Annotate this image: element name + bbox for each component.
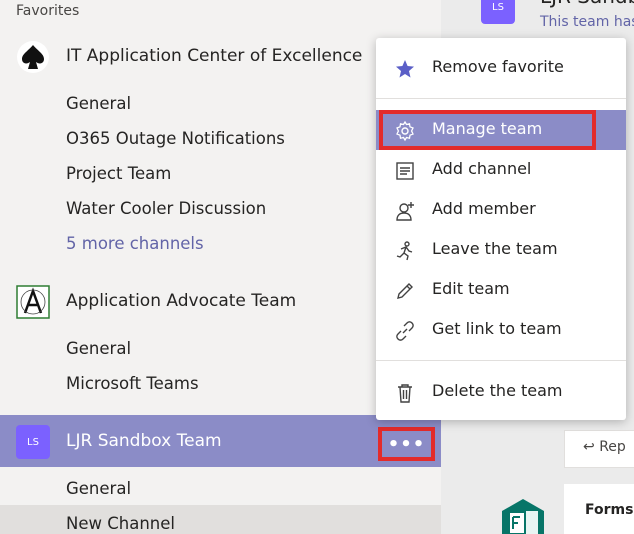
menu-item-label: Get link to team [432,319,562,338]
letter-a-logo-icon [16,285,50,319]
menu-item-leave-team[interactable]: Leave the team [376,230,626,270]
channel-o365-outage[interactable]: O365 Outage Notifications [66,129,285,148]
channel-microsoft-teams[interactable]: Microsoft Teams [66,374,199,393]
menu-divider [376,360,626,361]
channel-general[interactable]: General [66,339,131,358]
channel-project-team[interactable]: Project Team [66,164,171,183]
menu-item-add-member[interactable]: Add member [376,190,626,230]
menu-item-label: Add member [432,199,536,218]
team-it-application-center[interactable]: IT Application Center of Excellence [0,32,441,82]
annotation-highlight [379,110,596,150]
channel-list-icon [394,160,416,182]
menu-item-label: Add channel [432,159,532,178]
content-title: LJR Sandb [540,0,634,8]
trash-icon [394,382,416,404]
menu-item-remove-favorite[interactable]: Remove favorite [376,48,626,88]
spade-logo-icon [16,40,50,74]
reply-label: Rep [599,439,626,455]
forms-app-icon [498,497,548,534]
link-icon [394,320,416,342]
menu-item-delete-team[interactable]: Delete the team [376,372,626,412]
menu-item-label: Remove favorite [432,57,564,76]
team-avatar: LS [16,425,50,459]
add-person-icon [394,200,416,222]
pencil-icon [394,280,416,302]
running-person-icon [394,240,416,262]
team-name: Application Advocate Team [66,291,297,311]
favorites-label: Favorites [16,3,80,19]
teams-sidebar: Favorites IT Application Center of Excel… [0,0,441,534]
team-context-menu: Remove favorite Manage team Add channel … [376,38,626,420]
team-ljr-sandbox[interactable]: LS LJR Sandbox Team [0,415,441,467]
more-options-button[interactable]: ••• [378,427,435,461]
menu-item-get-link[interactable]: Get link to team [376,310,626,350]
menu-item-add-channel[interactable]: Add channel [376,150,626,190]
channel-general[interactable]: General [66,479,131,498]
team-avatar: LS [481,0,515,24]
menu-item-label: Delete the team [432,381,563,400]
content-subtitle: This team has [540,14,634,30]
team-name: IT Application Center of Excellence [66,46,363,66]
menu-item-label: Leave the team [432,239,558,258]
forms-label: Forms [585,502,634,518]
menu-item-label: Edit team [432,279,510,298]
more-channels-link[interactable]: 5 more channels [66,234,204,253]
menu-divider [376,98,626,99]
team-name: LJR Sandbox Team [66,431,222,451]
channel-general[interactable]: General [66,94,131,113]
channel-water-cooler[interactable]: Water Cooler Discussion [66,199,266,218]
star-icon [394,58,416,80]
reply-button[interactable]: ↩ Rep [583,439,626,455]
menu-item-edit-team[interactable]: Edit team [376,270,626,310]
team-application-advocate[interactable]: Application Advocate Team [0,277,441,327]
channel-new-channel[interactable]: New Channel [66,514,175,533]
